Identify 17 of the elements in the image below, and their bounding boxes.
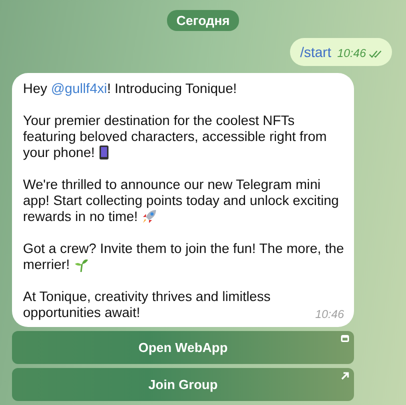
phone-icon (98, 145, 109, 160)
message-text: At Tonique, creativity thrives and limitless opportunities await! (23, 289, 272, 321)
inline-button[interactable]: Join Group (12, 368, 354, 401)
date-badge: Сегодня (167, 10, 239, 31)
message-text: Hey @gullf4xi! Introducing Tonique! (23, 81, 238, 97)
mention-link[interactable]: @gullf4xi (50, 81, 108, 96)
message-time: 10:46 (315, 309, 344, 321)
arrow-icon (341, 372, 349, 380)
message-time: 10:46 (337, 48, 382, 60)
rocket-icon (142, 209, 157, 224)
message-text: We're thrilled to announce our new Telegram mini app! Start collecting points today and unlock exciting rewards in no time! (23, 177, 340, 225)
message-text: Your premier destination for the coolest NFTs featuring beloved characters, accessible right from your phone! (23, 113, 328, 161)
sprout-icon (74, 257, 89, 272)
command-link[interactable]: /start (300, 44, 332, 60)
message-text: Got a crew? Invite them to join the fun! The more, the merrier! (23, 241, 344, 273)
window-icon (341, 335, 349, 342)
inline-button[interactable]: Open WebApp (12, 331, 354, 364)
